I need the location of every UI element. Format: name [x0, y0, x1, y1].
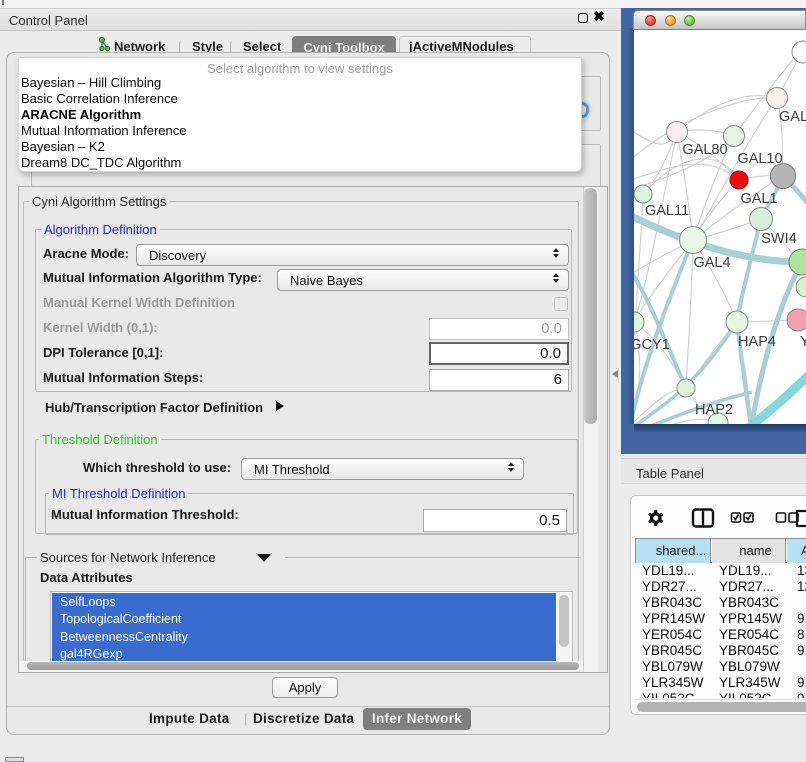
svg-text:GAL4: GAL4 — [693, 255, 730, 271]
svg-text:HAP4: HAP4 — [738, 334, 776, 350]
svg-text:HAP2: HAP2 — [695, 402, 733, 418]
svg-text:GAL: GAL — [779, 109, 806, 125]
svg-text:GAL10: GAL10 — [737, 151, 782, 167]
svg-text:SWI4: SWI4 — [761, 231, 796, 247]
svg-text:Y: Y — [800, 334, 806, 350]
svg-text:GAL80: GAL80 — [682, 142, 727, 158]
svg-text:GAL11: GAL11 — [645, 203, 689, 219]
svg-text:GAL1: GAL1 — [740, 191, 777, 207]
svg-text:GCY1: GCY1 — [634, 337, 670, 353]
